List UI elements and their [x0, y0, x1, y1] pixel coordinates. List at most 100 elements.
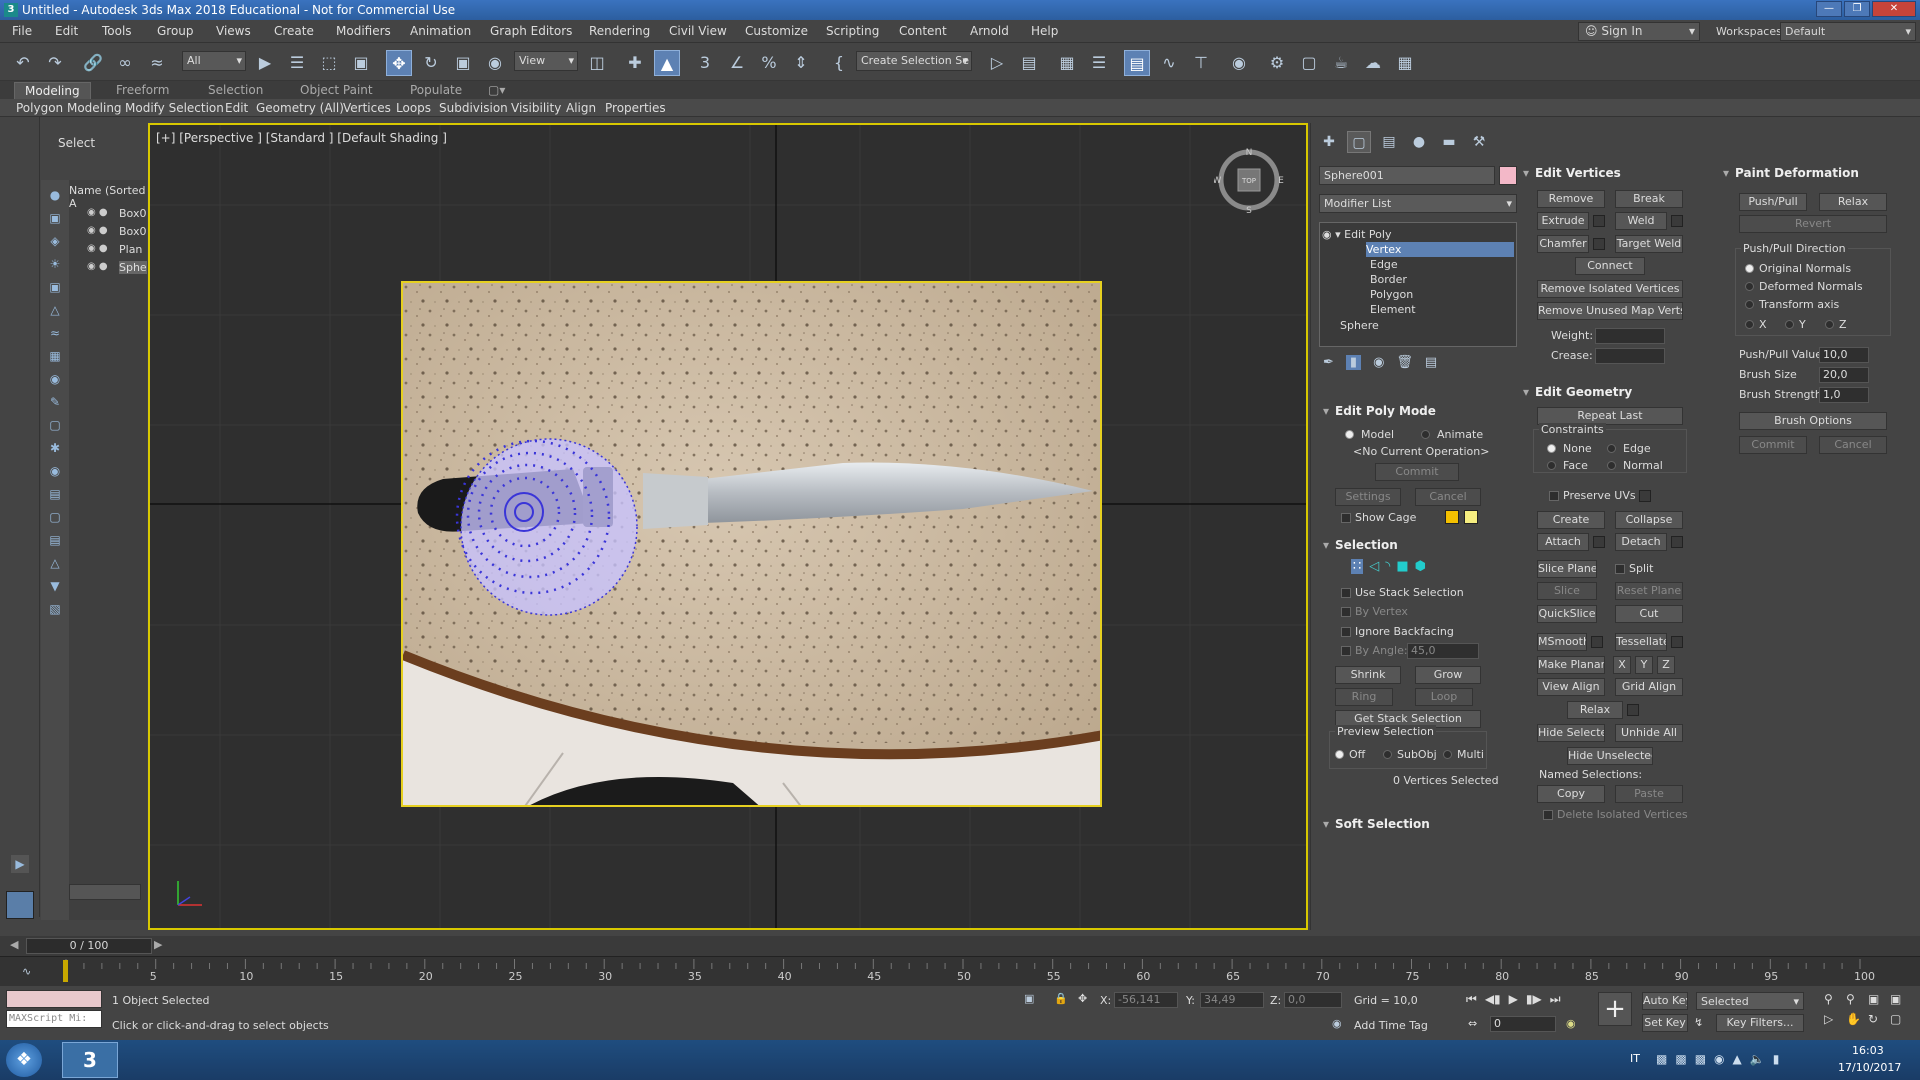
ribbon-modify-selection[interactable]: Modify Selection: [125, 101, 224, 115]
select-and-move-icon[interactable]: ✥: [386, 50, 412, 76]
selection-filter-select[interactable]: All ▾: [182, 51, 246, 71]
explorer-scrollbar[interactable]: [69, 884, 141, 900]
split-checkbox[interactable]: [1615, 564, 1625, 574]
axis-y-radio[interactable]: [1785, 320, 1794, 329]
eye-icon[interactable]: ◉ ●: [87, 243, 108, 254]
menu-rendering[interactable]: Rendering: [589, 24, 650, 38]
close-button[interactable]: ✕: [1872, 1, 1916, 17]
material-editor-icon[interactable]: ◉: [1226, 50, 1252, 76]
play-icon[interactable]: ▶: [1509, 992, 1518, 1007]
taskbar-time[interactable]: 16:03: [1852, 1044, 1884, 1057]
collapse-button[interactable]: Collapse: [1615, 511, 1683, 529]
rendered-frame-window-icon[interactable]: ▢: [1296, 50, 1322, 76]
tessellate-settings-icon[interactable]: [1671, 636, 1683, 648]
commit-button[interactable]: Commit: [1375, 463, 1459, 481]
menu-scripting[interactable]: Scripting: [826, 24, 879, 38]
maximize-button[interactable]: ❐: [1844, 1, 1870, 17]
sign-in-dropdown[interactable]: ☺ Sign In ▾: [1578, 22, 1700, 41]
push-pull-value-spinner[interactable]: 10,0: [1819, 347, 1869, 363]
edit-poly-mode-rollout[interactable]: Edit Poly Mode: [1323, 404, 1436, 418]
revert-button[interactable]: Revert: [1739, 215, 1887, 233]
edge-mode-icon[interactable]: ◁: [1369, 559, 1379, 574]
constraint-edge-radio[interactable]: [1607, 444, 1616, 453]
attach-settings-icon[interactable]: [1593, 536, 1605, 548]
angle-snap-icon[interactable]: ∠: [724, 50, 750, 76]
pivot-center-icon[interactable]: ◫: [584, 50, 610, 76]
zoom-extents-icon[interactable]: ▣: [1868, 992, 1890, 1006]
paint-relax-button[interactable]: Relax: [1819, 193, 1887, 211]
sphere-vertex-mesh[interactable]: [403, 283, 1102, 807]
undo-icon[interactable]: ↶: [10, 50, 36, 76]
edit-geometry-rollout[interactable]: Edit Geometry: [1523, 385, 1632, 399]
layers-icon[interactable]: ▧: [46, 600, 64, 618]
reference-coordinate-select[interactable]: View ▾: [514, 51, 578, 71]
named-selection-set-select[interactable]: Create Selection Se ▾: [856, 51, 972, 71]
display-containers-icon[interactable]: ▢: [46, 416, 64, 434]
display-lights-icon[interactable]: ☀: [46, 255, 64, 273]
menu-views[interactable]: Views: [216, 24, 251, 38]
scene-row[interactable]: ◉ ● Box0: [69, 224, 147, 240]
manipulate-icon[interactable]: ✚: [622, 50, 648, 76]
target-weld-button[interactable]: Target Weld: [1615, 235, 1683, 253]
display-cameras-icon[interactable]: ▣: [46, 278, 64, 296]
viewport-label[interactable]: [+] [Perspective ] [Standard ] [Default …: [156, 131, 447, 145]
menu-customize[interactable]: Customize: [745, 24, 808, 38]
push-pull-button[interactable]: Push/Pull: [1739, 193, 1807, 211]
cut-button[interactable]: Cut: [1615, 605, 1683, 623]
paste-button[interactable]: Paste: [1615, 785, 1683, 803]
tray-sync-icon[interactable]: ◉: [1714, 1052, 1724, 1066]
remove-button[interactable]: Remove: [1537, 190, 1605, 208]
constraint-face-radio[interactable]: [1547, 461, 1556, 470]
display-frozen-icon[interactable]: ▤: [46, 485, 64, 503]
planar-z-button[interactable]: Z: [1657, 656, 1675, 674]
add-time-tag-label[interactable]: Add Time Tag: [1354, 1019, 1428, 1032]
create-button[interactable]: Create: [1537, 511, 1605, 529]
ribbon-geometry-all[interactable]: Geometry (All): [256, 101, 344, 115]
ribbon-properties[interactable]: Properties: [605, 101, 666, 115]
key-mode-select[interactable]: Selected ▾: [1696, 992, 1804, 1010]
redo-icon[interactable]: ↷: [42, 50, 68, 76]
utilities-tab-icon[interactable]: ⚒: [1467, 131, 1491, 153]
eye-icon[interactable]: ◉ ●: [87, 261, 108, 272]
maxscript-mini-listener[interactable]: MAXScript Mi:: [6, 1010, 102, 1028]
render-setup-icon[interactable]: ⚙: [1264, 50, 1290, 76]
stack-item-element[interactable]: Element: [1370, 302, 1416, 317]
display-tab-icon[interactable]: ▬: [1437, 131, 1461, 153]
menu-modifiers[interactable]: Modifiers: [336, 24, 391, 38]
remove-unused-map-verts-button[interactable]: Remove Unused Map Verts: [1537, 302, 1683, 320]
unlink-icon[interactable]: ∞: [112, 50, 138, 76]
keyboard-shortcut-override-icon[interactable]: ▲: [654, 50, 680, 76]
expand-arrow-icon[interactable]: ▶: [11, 855, 29, 873]
workspace-select[interactable]: Default ▾: [1780, 22, 1916, 41]
by-angle-spinner[interactable]: 45,0: [1407, 643, 1479, 659]
eye-icon[interactable]: ◉ ●: [87, 207, 108, 218]
copy-button[interactable]: Copy: [1537, 785, 1605, 803]
hide-unselected-button[interactable]: Hide Unselected: [1567, 747, 1653, 765]
by-vertex-checkbox[interactable]: [1341, 607, 1351, 617]
key-mode-toggle-icon[interactable]: ⇔: [1468, 1017, 1477, 1030]
absolute-mode-icon[interactable]: ✥: [1078, 992, 1087, 1005]
toggle-scene-explorer-icon[interactable]: ▦: [1054, 50, 1080, 76]
tray-security-icon[interactable]: ▲: [1733, 1052, 1742, 1066]
select-and-scale-icon[interactable]: ▣: [450, 50, 476, 76]
tessellate-button[interactable]: Tessellate: [1615, 633, 1667, 651]
preserve-uvs-checkbox[interactable]: [1549, 491, 1559, 501]
delete-isolated-vertices-checkbox[interactable]: [1543, 810, 1553, 820]
isolate-selection-icon[interactable]: ▣: [1024, 992, 1034, 1005]
tab-selection[interactable]: Selection: [198, 82, 273, 99]
slice-button[interactable]: Slice: [1537, 582, 1597, 600]
pin-stack-icon[interactable]: ✒: [1323, 355, 1334, 370]
frame-counter[interactable]: 0 / 100: [26, 938, 152, 954]
remove-isolated-vertices-button[interactable]: Remove Isolated Vertices: [1537, 280, 1683, 298]
go-to-end-icon[interactable]: ⏭: [1550, 992, 1561, 1007]
stack-item-vertex[interactable]: Vertex: [1366, 242, 1514, 257]
zoom-all-icon[interactable]: ⚲: [1846, 992, 1868, 1006]
tray-speaker-icon[interactable]: 🔈: [1750, 1052, 1765, 1066]
extrude-button[interactable]: Extrude: [1537, 212, 1589, 230]
paint-commit-button[interactable]: Commit: [1739, 436, 1807, 454]
time-slider-next-icon[interactable]: ▶: [154, 938, 162, 951]
planar-y-button[interactable]: Y: [1635, 656, 1653, 674]
track-bar[interactable]: ∿ 5 10 15 20 25 30 35 40 45 50 55 60 65 70 75 80 85 90 95 1…: [0, 956, 1920, 986]
toggle-ribbon-icon[interactable]: ▤: [1124, 50, 1150, 76]
modifier-list-select[interactable]: Modifier List ▾: [1319, 194, 1517, 213]
